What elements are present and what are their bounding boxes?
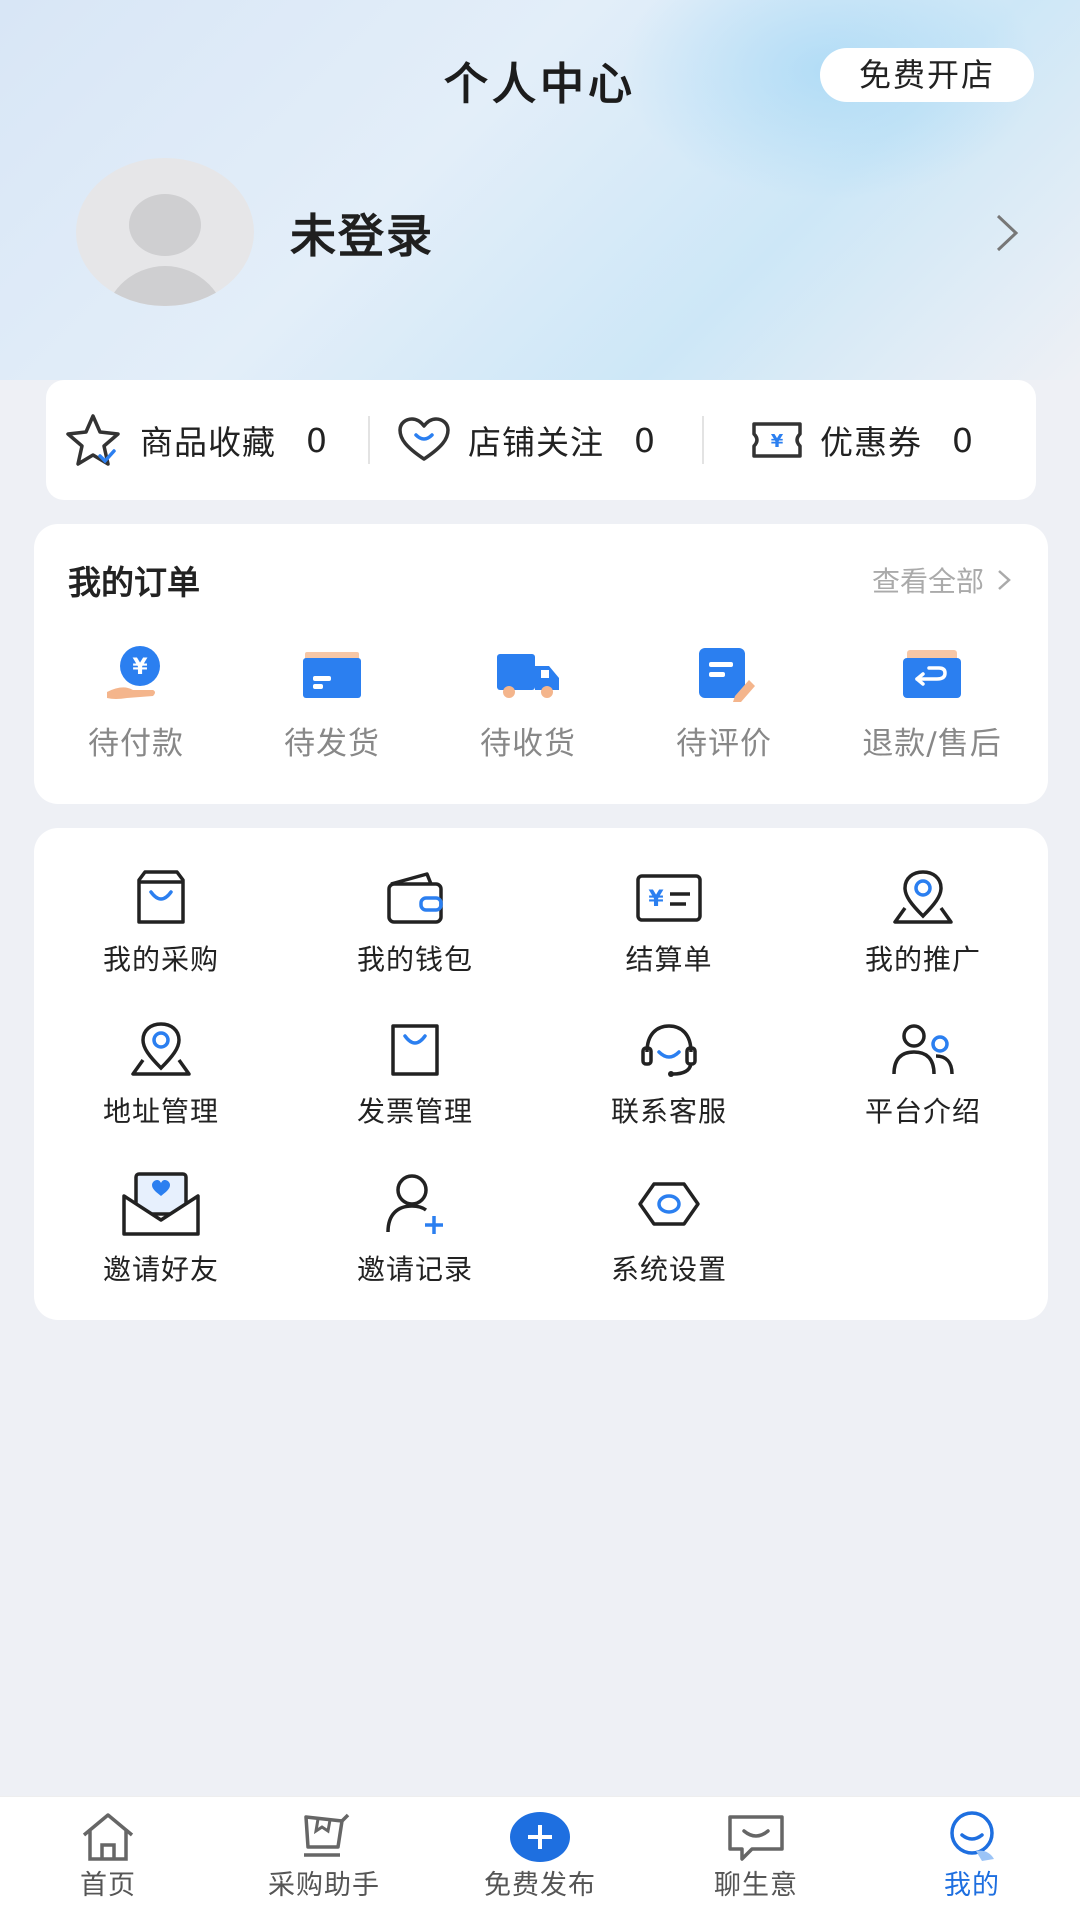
refund-icon <box>903 650 961 698</box>
order-pending-payment[interactable]: ¥ 待付款 <box>38 644 234 763</box>
menu-label: 发票管理 <box>356 1095 473 1128</box>
awaiting-shipment-icon <box>303 652 361 698</box>
tab-free-publish[interactable]: 免费发布 <box>432 1811 648 1902</box>
chat-icon <box>728 1815 784 1861</box>
review-icon <box>699 648 755 702</box>
tab-purchase-assistant[interactable]: 采购助手 <box>216 1811 432 1902</box>
menu-platform-intro[interactable]: 平台介绍 <box>796 1020 1050 1130</box>
order-label: 待发货 <box>284 726 380 762</box>
order-label: 待收货 <box>480 726 576 762</box>
payment-pending-icon: ¥ <box>107 646 160 699</box>
menu-invite-friends[interactable]: 邀请好友 <box>34 1170 288 1288</box>
menu-label: 平台介绍 <box>864 1095 981 1128</box>
divider <box>702 416 704 464</box>
tab-label: 采购助手 <box>268 1870 380 1901</box>
menu-label: 邀请记录 <box>356 1253 473 1286</box>
cart-icon <box>304 1813 350 1857</box>
open-store-button[interactable]: 免费开店 <box>820 48 1034 102</box>
chevron-right-icon[interactable] <box>986 208 1026 258</box>
stat-label: 店铺关注 <box>468 423 604 462</box>
user-icon <box>950 1811 994 1861</box>
add-user-icon <box>386 1174 443 1234</box>
stat-label: 商品收藏 <box>140 423 276 462</box>
stat-count: 0 <box>952 420 973 460</box>
menu-my-promotion[interactable]: 我的推广 <box>796 868 1050 978</box>
menu-my-wallet[interactable]: 我的钱包 <box>288 868 542 978</box>
stat-count: 0 <box>634 420 655 460</box>
view-all-label: 查看全部 <box>871 565 984 598</box>
stat-followed-shops[interactable]: 店铺关注 0 <box>396 380 655 500</box>
orders-card: 我的订单 查看全部 ¥ 待付款 待发货 待收货 待评价 退款/售后 <box>34 524 1048 804</box>
people-icon <box>892 1024 954 1075</box>
svg-text:¥: ¥ <box>132 655 148 680</box>
bottom-tab-bar: 首页 采购助手 免费发布 聊生意 我的 <box>0 1796 1080 1920</box>
menu-label: 系统设置 <box>610 1253 727 1286</box>
menu-label: 地址管理 <box>102 1095 219 1128</box>
menu-invoice-management[interactable]: 发票管理 <box>288 1020 542 1130</box>
order-awaiting-receipt[interactable]: 待收货 <box>430 644 626 763</box>
tab-label: 我的 <box>944 1870 1000 1901</box>
settings-hexagon-icon <box>638 1182 700 1226</box>
svg-text:¥: ¥ <box>771 431 784 452</box>
stat-favorites[interactable]: 商品收藏 0 <box>62 380 327 500</box>
plus-circle-icon <box>510 1812 570 1862</box>
menu-label: 邀请好友 <box>102 1253 219 1286</box>
top-bar: 个人中心 免费开店 <box>0 40 1080 110</box>
services-card: 我的采购 我的钱包 ¥ 结算单 我的推广 地址管理 发票管理 联系客服 平台介绍… <box>34 828 1048 1320</box>
tab-label: 首页 <box>80 1870 136 1901</box>
tab-chat-business[interactable]: 聊生意 <box>648 1811 864 1902</box>
invite-envelope-icon <box>122 1172 200 1236</box>
shopping-bag-icon <box>137 870 185 924</box>
address-pin-icon <box>131 1022 191 1076</box>
divider <box>368 416 370 464</box>
order-awaiting-shipment[interactable]: 待发货 <box>234 644 430 763</box>
menu-label: 我的采购 <box>102 943 219 976</box>
tab-label: 聊生意 <box>714 1870 798 1901</box>
wallet-icon <box>387 872 443 924</box>
heart-icon <box>398 417 450 461</box>
invoice-bag-icon <box>391 1024 439 1076</box>
location-pin-icon <box>893 870 953 924</box>
menu-address-management[interactable]: 地址管理 <box>34 1020 288 1130</box>
order-label: 待评价 <box>676 726 772 762</box>
order-label: 退款/售后 <box>862 726 1002 762</box>
settlement-icon: ¥ <box>636 874 702 922</box>
headset-icon <box>641 1024 697 1077</box>
stats-card: 商品收藏 0 店铺关注 0 ¥ 优惠券 0 <box>46 380 1036 500</box>
menu-label: 联系客服 <box>610 1095 727 1128</box>
menu-label: 我的钱包 <box>356 943 473 976</box>
menu-settlement[interactable]: ¥ 结算单 <box>542 868 796 978</box>
order-label: 待付款 <box>88 726 184 762</box>
menu-customer-service[interactable]: 联系客服 <box>542 1020 796 1130</box>
stat-label: 优惠券 <box>820 423 922 462</box>
stat-coupons[interactable]: ¥ 优惠券 0 <box>750 380 973 500</box>
menu-label: 结算单 <box>625 943 713 976</box>
orders-title: 我的订单 <box>68 563 200 602</box>
tab-home[interactable]: 首页 <box>0 1811 216 1902</box>
menu-my-purchases[interactable]: 我的采购 <box>34 868 288 978</box>
profile-row[interactable]: 未登录 <box>76 158 1036 308</box>
star-icon <box>66 414 120 466</box>
home-icon <box>82 1813 134 1861</box>
coupon-icon: ¥ <box>752 422 802 458</box>
stat-count: 0 <box>306 420 327 460</box>
menu-invite-records[interactable]: 邀请记录 <box>288 1170 542 1288</box>
view-all-link[interactable]: 查看全部 <box>872 560 1012 600</box>
order-refund[interactable]: 退款/售后 <box>834 644 1030 763</box>
username: 未登录 <box>290 209 434 263</box>
menu-label: 我的推广 <box>864 943 981 976</box>
avatar[interactable] <box>76 158 254 306</box>
chevron-right-icon <box>998 570 1011 590</box>
menu-system-settings[interactable]: 系统设置 <box>542 1170 796 1288</box>
tab-mine[interactable]: 我的 <box>864 1811 1080 1902</box>
delivery-truck-icon <box>497 654 559 698</box>
order-awaiting-review[interactable]: 待评价 <box>626 644 822 763</box>
svg-text:¥: ¥ <box>648 887 664 912</box>
tab-label: 免费发布 <box>484 1870 596 1901</box>
